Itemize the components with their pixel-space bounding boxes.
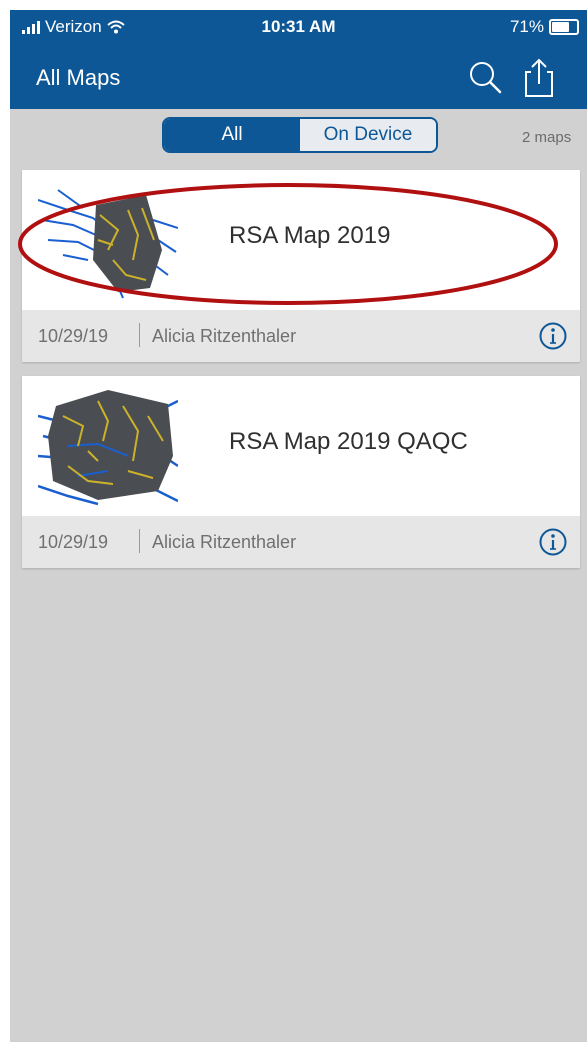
filter-all-tab[interactable]: All [164, 119, 300, 151]
battery-indicator: 71% [510, 17, 579, 37]
info-icon[interactable] [538, 321, 568, 351]
map-owner: Alicia Ritzenthaler [152, 532, 297, 552]
info-icon[interactable] [538, 527, 568, 557]
page-title: All Maps [36, 65, 121, 90]
status-bar: Verizon 10:31 AM 71% [10, 10, 587, 46]
filter-segmented-control: All On Device [162, 117, 438, 153]
map-thumbnail [38, 390, 178, 506]
map-card[interactable]: RSA Map 2019 QAQC 10/29/19 Alicia Ritzen… [22, 376, 580, 568]
status-time: 10:31 AM [261, 17, 336, 36]
search-icon[interactable] [465, 56, 505, 98]
map-title: RSA Map 2019 [229, 222, 391, 249]
map-card-body[interactable]: RSA Map 2019 [22, 170, 580, 310]
filter-on-device-tab[interactable]: On Device [300, 119, 436, 151]
map-date: 10/29/19 [38, 532, 109, 552]
map-date: 10/29/19 [38, 326, 109, 346]
map-owner: Alicia Ritzenthaler [152, 326, 297, 346]
map-thumbnail [38, 189, 178, 299]
map-card-footer: 10/29/19 Alicia Ritzenthaler [22, 310, 580, 362]
top-bar: Verizon 10:31 AM 71% All Maps [10, 10, 587, 109]
map-card-body[interactable]: RSA Map 2019 QAQC [22, 376, 580, 516]
footer-divider [139, 323, 140, 347]
battery-fill [552, 22, 569, 32]
map-card-footer: 10/29/19 Alicia Ritzenthaler [22, 516, 580, 568]
map-count: 2 maps [522, 129, 572, 146]
battery-percent: 71% [509, 17, 544, 36]
map-card[interactable]: RSA Map 2019 10/29/19 Alicia Ritzenthale… [22, 170, 580, 362]
battery-icon [549, 19, 579, 35]
share-icon[interactable] [519, 56, 559, 98]
app-screen: Verizon 10:31 AM 71% All Maps All On Dev… [10, 10, 587, 1042]
footer-divider [139, 529, 140, 553]
map-title: RSA Map 2019 QAQC [229, 428, 468, 455]
filter-bar: All On Device 2 maps [10, 109, 587, 167]
